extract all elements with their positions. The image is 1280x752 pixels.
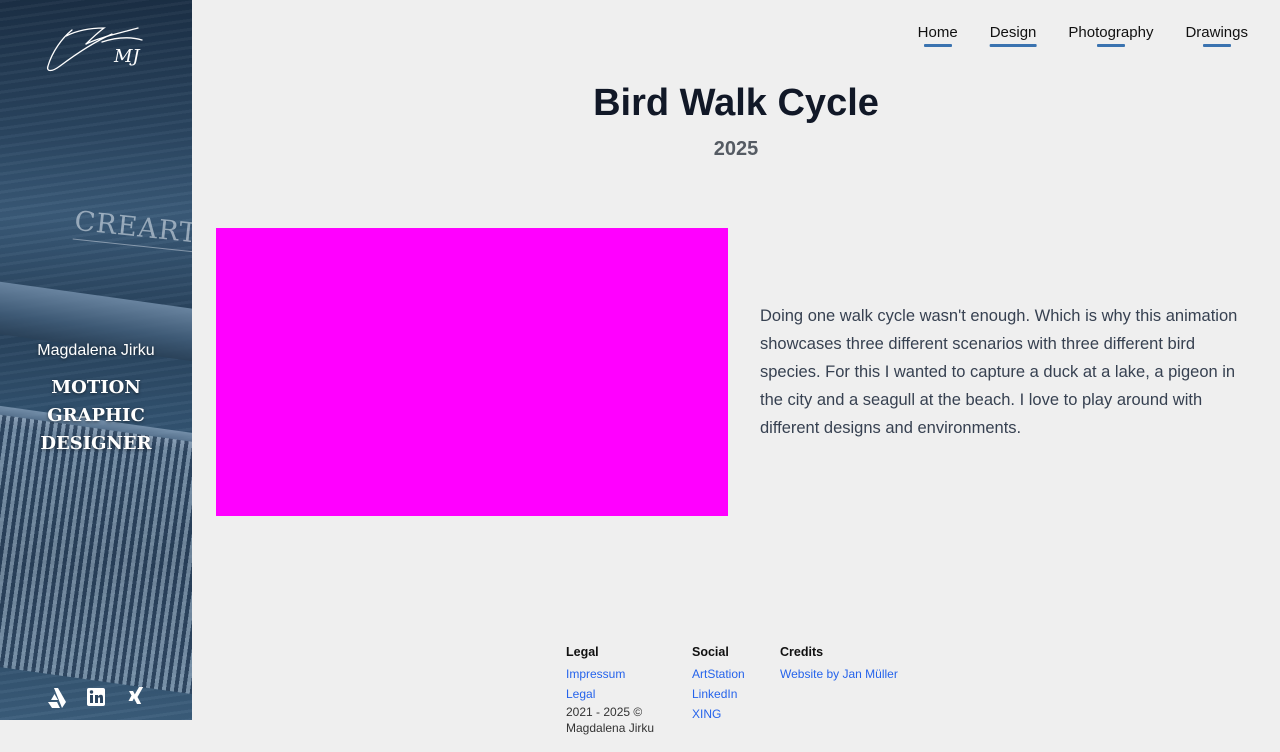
project-description: Doing one walk cycle wasn't enough. Whic… — [760, 307, 1238, 437]
page-title: Bird Walk Cycle — [593, 82, 879, 124]
footer-link-linkedin[interactable]: LinkedIn — [692, 684, 748, 704]
project-year: 2025 — [713, 138, 759, 160]
linkedin-icon[interactable] — [86, 686, 106, 708]
svg-text:MJ: MJ — [113, 46, 141, 67]
nav-drawings[interactable]: Drawings — [1185, 24, 1248, 47]
artstation-icon[interactable] — [46, 686, 66, 708]
project-video-placeholder[interactable] — [216, 228, 728, 516]
designer-role: MOTION GRAPHIC DESIGNER — [40, 377, 152, 454]
nav-design-label: Design — [989, 24, 1037, 41]
nav-home[interactable]: Home — [918, 24, 958, 47]
footer-legal-heading: Legal — [566, 645, 599, 659]
footer-link-credits[interactable]: Website by Jan Müller — [780, 664, 898, 684]
nav-photography[interactable]: Photography — [1068, 24, 1153, 47]
nav-photography-label: Photography — [1068, 24, 1154, 41]
footer: Legal Impressum Legal 2021 - 2025 © Magd… — [566, 644, 898, 736]
footer-link-xing[interactable]: XING — [692, 704, 748, 724]
nav-underline-active — [989, 44, 1037, 47]
footer-credits-heading: Credits — [780, 645, 824, 659]
nav-design[interactable]: Design — [989, 24, 1037, 47]
sidebar: CREARTI MJ Magdalena Jirku MOTION GRAPHI… — [0, 0, 192, 720]
sidebar-social-links — [0, 686, 192, 708]
footer-credits-column: Credits Website by Jan Müller — [780, 644, 898, 736]
main-navigation: Home Design Photography Drawings — [918, 24, 1248, 47]
footer-social-column: Social ArtStation LinkedIn XING — [692, 644, 748, 736]
footer-link-artstation[interactable]: ArtStation — [692, 664, 748, 684]
footer-link-impressum[interactable]: Impressum — [566, 664, 660, 684]
footer-social-heading: Social — [692, 645, 729, 659]
signature-logo[interactable]: MJ — [42, 22, 146, 80]
designer-name: Magdalena Jirku — [37, 342, 155, 359]
footer-legal-column: Legal Impressum Legal 2021 - 2025 © Magd… — [566, 644, 660, 736]
nav-home-label: Home — [917, 24, 958, 41]
nav-drawings-label: Drawings — [1185, 24, 1248, 41]
nav-underline — [1202, 44, 1231, 47]
nav-underline — [1096, 44, 1125, 47]
footer-link-legal[interactable]: Legal — [566, 684, 660, 704]
nav-underline — [923, 44, 952, 47]
xing-icon[interactable] — [126, 686, 146, 708]
footer-copyright: 2021 - 2025 © Magdalena Jirku — [566, 705, 655, 735]
